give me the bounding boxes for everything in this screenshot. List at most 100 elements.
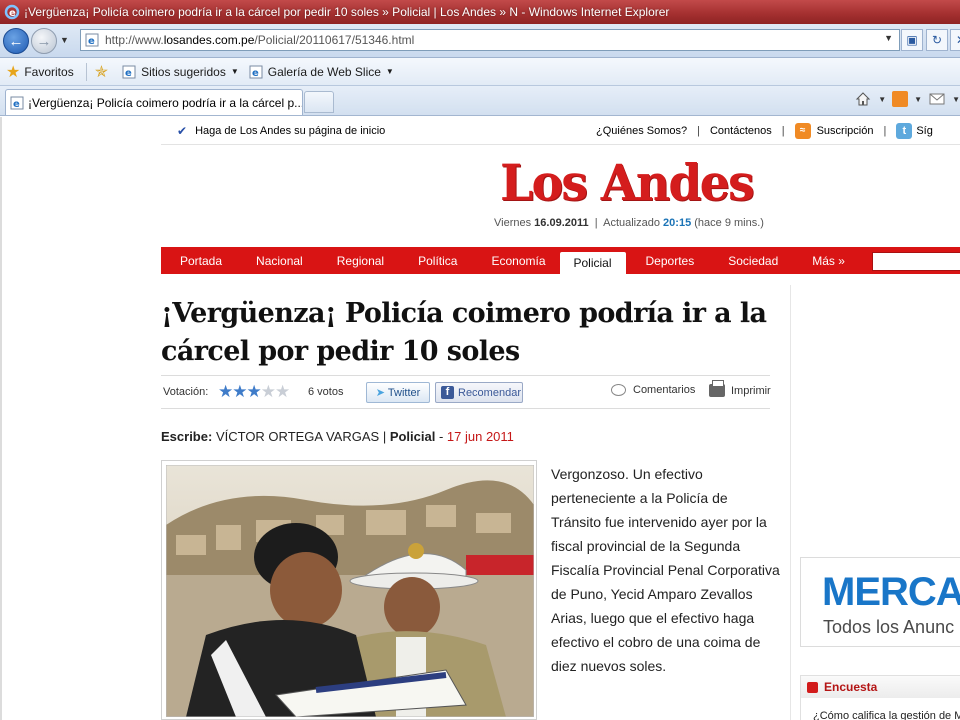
url-path: /Policial/20110617/51346.html <box>254 33 415 47</box>
article-headline: ¡Vergüenza¡ Policía coimero podría ir a … <box>161 298 767 367</box>
menu-item-mas[interactable]: Más » <box>792 247 859 274</box>
menu-item-sociedad[interactable]: Sociedad <box>708 247 792 274</box>
suggested-sites-button[interactable]: e Sitios sugeridos ▼ <box>122 65 239 79</box>
article-photo[interactable]: Coca-Cola <box>161 460 537 720</box>
feeds-icon[interactable] <box>892 91 909 107</box>
twitter-icon[interactable]: t <box>896 122 913 139</box>
favorites-bar: ★ Favoritos ✯ e Sitios sugeridos ▼ e Gal… <box>0 58 960 86</box>
chevron-down-icon[interactable]: ▼ <box>952 95 960 104</box>
webslice-gallery-button[interactable]: e Galería de Web Slice ▼ <box>249 65 394 79</box>
divider: | <box>697 124 700 137</box>
tab-bar: e ¡Vergüenza¡ Policía coimero podría ir … <box>0 86 960 116</box>
article-byline: Escribe: VÍCTOR ORTEGA VARGAS | Policial… <box>161 429 514 444</box>
byline-label: Escribe: <box>161 429 213 444</box>
home-icon[interactable] <box>854 90 872 108</box>
comments-link[interactable]: Comentarios <box>611 384 695 396</box>
twitter-bird-icon: ➤ <box>375 387 385 399</box>
chevron-down-icon[interactable]: ▼ <box>914 95 922 104</box>
menu-item-deportes[interactable]: Deportes <box>626 247 709 274</box>
menu-item-nacional[interactable]: Nacional <box>236 247 317 274</box>
follow-link[interactable]: Síg <box>916 125 933 137</box>
compatibility-view-icon[interactable]: ▣ <box>901 29 923 51</box>
chevron-down-icon[interactable]: ▼ <box>878 95 886 104</box>
sidebar-advert[interactable]: MERCA Todos los Anunc <box>800 557 960 647</box>
poll-box: Encuesta ¿Cómo califica la gestión de M <box>800 675 960 720</box>
back-button[interactable]: ← <box>3 28 29 54</box>
current-date: 16.09.2011 <box>534 217 589 229</box>
star-icon[interactable]: ★ <box>275 382 290 401</box>
poll-header: Encuesta <box>801 676 960 698</box>
site-top-links: ¿Quiénes Somos? | Contáctenos | ≈ Suscri… <box>596 122 933 139</box>
divider: | <box>883 124 887 137</box>
svg-text:e: e <box>9 8 16 19</box>
print-label: Imprimir <box>731 384 771 397</box>
checkmark-icon: ✔ <box>177 123 188 138</box>
site-search-input[interactable] <box>872 252 960 271</box>
divider <box>85 62 87 81</box>
poll-question[interactable]: ¿Cómo califica la gestión de M <box>813 710 960 720</box>
command-bar: ▼ ▼ ▼ <box>854 90 960 108</box>
star-icon[interactable]: ★ <box>261 382 276 401</box>
new-tab-button[interactable] <box>304 91 334 113</box>
homepage-link[interactable]: Haga de Los Andes su página de inicio <box>195 125 385 137</box>
printer-icon <box>709 380 725 397</box>
menu-item-economia[interactable]: Economía <box>471 247 559 274</box>
rating-stars[interactable]: ★★★★★ <box>218 382 290 402</box>
contact-link[interactable]: Contáctenos <box>710 125 772 137</box>
facebook-icon: f <box>441 386 454 399</box>
date-line: Viernes 16.09.2011 | Actualizado 20:15 (… <box>494 217 764 229</box>
twitter-share-button[interactable]: ➤ Twitter <box>366 382 430 403</box>
star-icon[interactable]: ★ <box>232 382 247 401</box>
window-title: ¡Vergüenza¡ Policía coimero podría ir a … <box>24 5 670 19</box>
favorites-button[interactable]: ★ Favoritos <box>6 62 74 82</box>
address-bar: ← → ▼ e http://www. losandes.com.pe/Polic… <box>0 24 960 58</box>
facebook-recommend-label: Recomendar <box>458 386 521 399</box>
facebook-recommend-button[interactable]: f Recomendar <box>435 382 523 403</box>
print-link[interactable]: Imprimir <box>709 380 771 397</box>
site-logo[interactable]: Los Andes <box>500 155 755 211</box>
favorites-label: Favoritos <box>24 64 74 79</box>
add-favorite-button[interactable]: ✯ <box>95 62 112 82</box>
refresh-icon[interactable]: ↻ <box>926 29 948 51</box>
star-icon[interactable]: ★ <box>218 382 233 401</box>
poll-icon <box>807 681 818 693</box>
vote-count: 6 votos <box>308 386 344 398</box>
divider: | <box>781 124 785 137</box>
history-dropdown-icon[interactable]: ▼ <box>60 35 69 45</box>
updated-label: Actualizado <box>603 217 660 229</box>
ie-page-icon: e <box>10 96 24 110</box>
ie-page-icon: e <box>122 65 136 79</box>
subscribe-link[interactable]: Suscripción <box>817 125 874 137</box>
section-menu: Portada Nacional Regional Política Econo… <box>161 247 960 274</box>
photo-officers-signing: Coca-Cola <box>166 465 534 717</box>
url-field[interactable]: e http://www. losandes.com.pe/Policial/20… <box>80 29 900 51</box>
rss-icon[interactable]: ≈ <box>794 122 811 139</box>
menu-item-policial[interactable]: Policial <box>559 252 626 274</box>
url-dropdown-icon[interactable]: ▼ <box>884 33 893 43</box>
site-top-strip: ✔ Haga de Los Andes su página de inicio … <box>161 117 960 145</box>
chevron-down-icon: ▼ <box>230 67 239 76</box>
article-body: Vergonzoso. Un efectivo perteneciente a … <box>551 466 780 674</box>
menu-item-politica[interactable]: Política <box>398 247 471 274</box>
about-link[interactable]: ¿Quiénes Somos? <box>596 125 687 137</box>
menu-item-portada[interactable]: Portada <box>161 247 236 274</box>
stop-icon[interactable]: ✕ <box>950 29 960 51</box>
tab-active[interactable]: e ¡Vergüenza¡ Policía coimero podría ir … <box>5 89 303 115</box>
chevron-down-icon: ▼ <box>385 67 394 76</box>
weekday: Viernes <box>494 217 532 229</box>
comments-label: Comentarios <box>633 384 696 396</box>
svg-text:e: e <box>88 36 95 47</box>
article-date: 17 jun 2011 <box>446 429 514 444</box>
page-icon: e <box>85 33 99 47</box>
comment-bubble-icon <box>611 384 626 396</box>
ad-brand: MERCA <box>822 570 960 614</box>
star-icon[interactable]: ★ <box>247 382 262 401</box>
author-name: VÍCTOR ORTEGA VARGAS <box>215 429 380 444</box>
section-name: Policial <box>389 429 436 444</box>
mail-icon[interactable] <box>928 90 946 108</box>
updated-time: 20:15 <box>663 217 692 229</box>
forward-button[interactable]: → <box>31 28 57 54</box>
suggested-sites-label: Sitios sugeridos <box>141 64 226 79</box>
menu-item-regional[interactable]: Regional <box>317 247 398 274</box>
article-toolbar: Votación: ★★★★★ 6 votos ➤ Twitter f Reco… <box>161 375 771 409</box>
